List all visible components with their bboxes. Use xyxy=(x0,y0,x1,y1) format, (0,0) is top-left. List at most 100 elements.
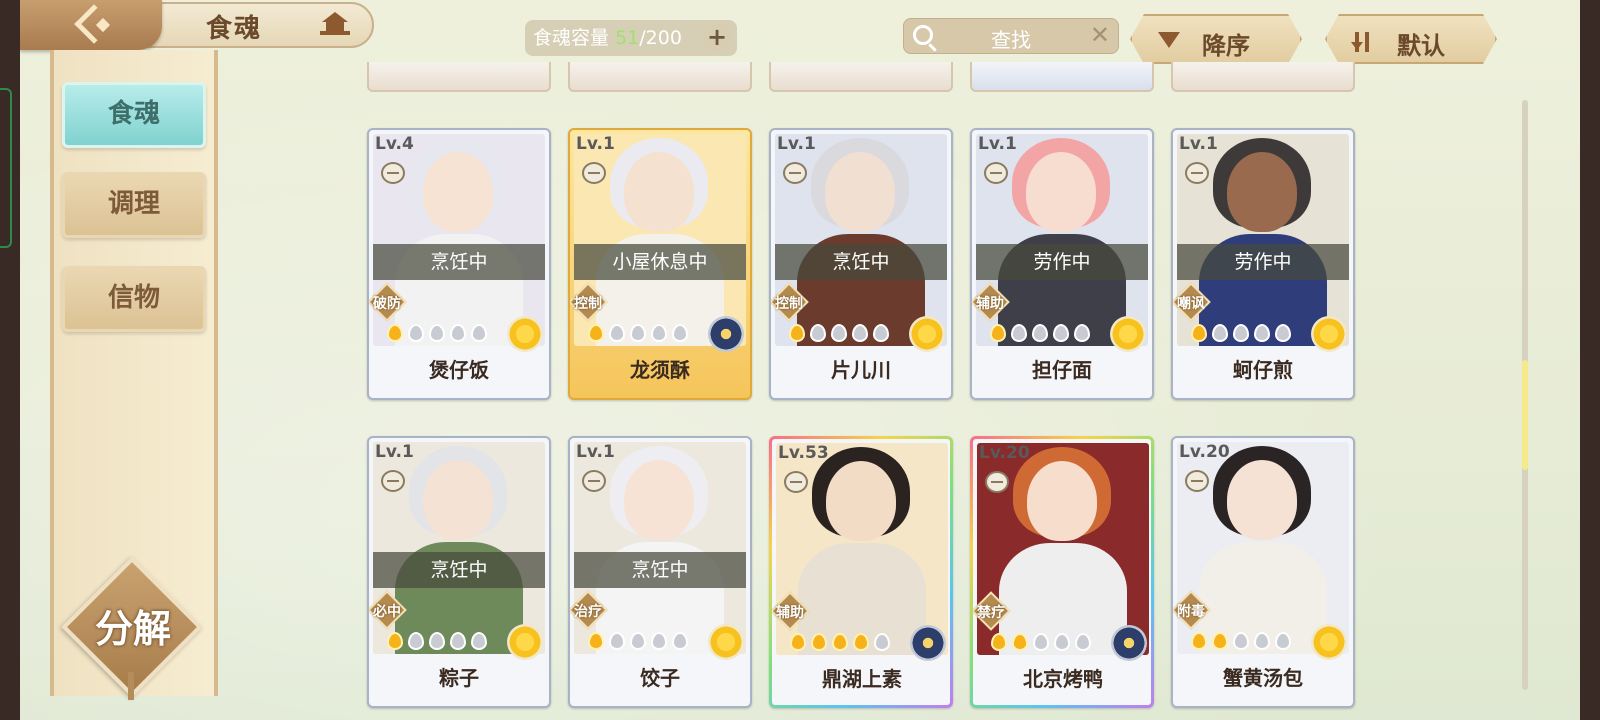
sort-order-icon xyxy=(1353,32,1375,50)
flame-star-icon xyxy=(1033,633,1049,651)
flame-star-icon xyxy=(651,632,667,650)
card-name: 鼎湖上素 xyxy=(822,667,902,691)
card-status: 劳作中 xyxy=(1177,244,1349,280)
flame-star-icon xyxy=(672,632,688,650)
flame-star-icon xyxy=(387,632,403,650)
role-label: 嘲讽 xyxy=(1177,296,1205,312)
card-level: Lv.20 xyxy=(1179,442,1230,462)
flame-star-icon xyxy=(1054,633,1070,651)
food-soul-card[interactable]: Lv.53 辅助 鼎湖上素 xyxy=(769,436,953,708)
flame-star-icon xyxy=(1275,632,1291,650)
lock-toggle-icon[interactable] xyxy=(1185,470,1209,492)
element-flower-icon xyxy=(507,624,543,660)
food-soul-card[interactable]: Lv.4 烹饪中 破防 煲仔饭 xyxy=(367,128,551,400)
lock-toggle-icon[interactable] xyxy=(381,470,405,492)
flame-star-icon xyxy=(630,324,646,342)
tab-tokens[interactable]: 信物 xyxy=(62,266,206,332)
card-name: 担仔面 xyxy=(1032,358,1092,382)
element-flower-icon xyxy=(1311,624,1347,660)
star-rating xyxy=(387,632,492,654)
sort-descending-button[interactable]: 降序 xyxy=(1130,14,1302,64)
card-name: 煲仔饭 xyxy=(429,358,489,382)
flame-star-icon xyxy=(1011,324,1027,342)
page-title: 食魂 xyxy=(206,14,263,44)
star-rating xyxy=(790,633,895,655)
card-status: 劳作中 xyxy=(976,244,1148,280)
role-label: 控制 xyxy=(574,296,602,312)
flame-star-icon xyxy=(429,324,445,342)
flame-star-icon xyxy=(651,324,667,342)
food-soul-card[interactable]: Lv.20 禁疗 北京烤鸭 xyxy=(970,436,1154,708)
element-flower-icon xyxy=(1111,625,1147,661)
role-label: 辅助 xyxy=(976,296,1004,312)
flame-star-icon xyxy=(873,324,889,342)
card-row-partial[interactable] xyxy=(769,62,953,92)
food-soul-card[interactable]: Lv.1 烹饪中 治疗 饺子 xyxy=(568,436,752,708)
card-name: 饺子 xyxy=(640,666,680,690)
flame-star-icon xyxy=(1275,324,1291,342)
flame-star-icon xyxy=(1012,633,1028,651)
role-badge: 控制 xyxy=(570,282,612,322)
capacity-label: 食魂容量 xyxy=(533,27,610,49)
food-soul-card[interactable]: Lv.20 附毒蟹黄汤包 xyxy=(1171,436,1355,708)
card-status: 烹饪中 xyxy=(775,244,947,280)
sort-default-button[interactable]: 默认 xyxy=(1325,14,1497,64)
sort-descending-label: 降序 xyxy=(1202,31,1250,60)
flame-star-icon xyxy=(789,324,805,342)
card-row-partial[interactable] xyxy=(367,62,551,92)
card-level: Lv.1 xyxy=(1179,134,1218,154)
card-level: Lv.1 xyxy=(375,442,414,462)
lock-toggle-icon[interactable] xyxy=(381,162,405,184)
element-flower-icon xyxy=(507,316,543,352)
back-button[interactable] xyxy=(20,0,162,50)
lock-toggle-icon[interactable] xyxy=(784,471,808,493)
sort-default-label: 默认 xyxy=(1397,31,1445,60)
star-rating xyxy=(991,633,1096,655)
side-notch xyxy=(0,88,12,248)
lock-toggle-icon[interactable] xyxy=(1185,162,1209,184)
lock-toggle-icon[interactable] xyxy=(783,162,807,184)
search-placeholder: 查找 xyxy=(991,28,1031,52)
flame-star-icon xyxy=(588,324,604,342)
food-soul-card[interactable]: Lv.1 烹饪中 控制 片儿川 xyxy=(769,128,953,400)
flame-star-icon xyxy=(1254,324,1270,342)
tab-food-soul[interactable]: 食魂 xyxy=(62,82,206,148)
card-row-partial[interactable] xyxy=(568,62,752,92)
flame-star-icon xyxy=(609,324,625,342)
screen-edge-left xyxy=(0,0,20,720)
search-input[interactable]: 查找 ✕ xyxy=(903,18,1119,54)
element-flower-icon xyxy=(708,624,744,660)
flame-star-icon xyxy=(990,324,1006,342)
flame-star-icon xyxy=(1233,324,1249,342)
lock-toggle-icon[interactable] xyxy=(582,162,606,184)
lock-toggle-icon[interactable] xyxy=(984,162,1008,184)
flame-star-icon xyxy=(1212,324,1228,342)
clear-search-icon[interactable]: ✕ xyxy=(1090,21,1110,49)
star-rating xyxy=(588,632,693,654)
card-row-partial[interactable] xyxy=(1171,62,1355,92)
flame-star-icon xyxy=(811,633,827,651)
card-name: 蟹黄汤包 xyxy=(1223,666,1303,690)
card-level: Lv.1 xyxy=(777,134,816,154)
food-soul-screen: 食魂 食魂容量 51/200 + 查找 ✕ 降序 默认 食魂 调理 信物 分解 … xyxy=(20,0,1580,720)
descending-arrow-icon xyxy=(1158,32,1180,48)
tab-recipes[interactable]: 调理 xyxy=(62,172,206,238)
flame-star-icon xyxy=(408,632,424,650)
role-badge: 辅助 xyxy=(972,282,1014,322)
role-badge: 破防 xyxy=(369,282,411,322)
food-soul-card[interactable]: Lv.1 小屋休息中 控制 龙须酥 xyxy=(568,128,752,400)
pavilion-home-icon[interactable] xyxy=(320,12,350,40)
food-soul-card[interactable]: Lv.1 烹饪中 必中 粽子 xyxy=(367,436,551,708)
capacity-current: 51 xyxy=(615,27,640,49)
role-label: 破防 xyxy=(373,296,401,312)
role-label: 必中 xyxy=(373,604,401,620)
card-row-partial[interactable] xyxy=(970,62,1154,92)
scrollbar-thumb[interactable] xyxy=(1522,360,1528,470)
add-capacity-button[interactable]: + xyxy=(703,24,731,52)
food-soul-card[interactable]: Lv.1 劳作中 嘲讽 蚵仔煎 xyxy=(1171,128,1355,400)
lock-toggle-icon[interactable] xyxy=(582,470,606,492)
food-soul-card[interactable]: Lv.1 劳作中 辅助 担仔面 xyxy=(970,128,1154,400)
role-badge: 附毒 xyxy=(1173,590,1215,630)
flame-star-icon xyxy=(429,632,445,650)
lock-toggle-icon[interactable] xyxy=(985,471,1009,493)
